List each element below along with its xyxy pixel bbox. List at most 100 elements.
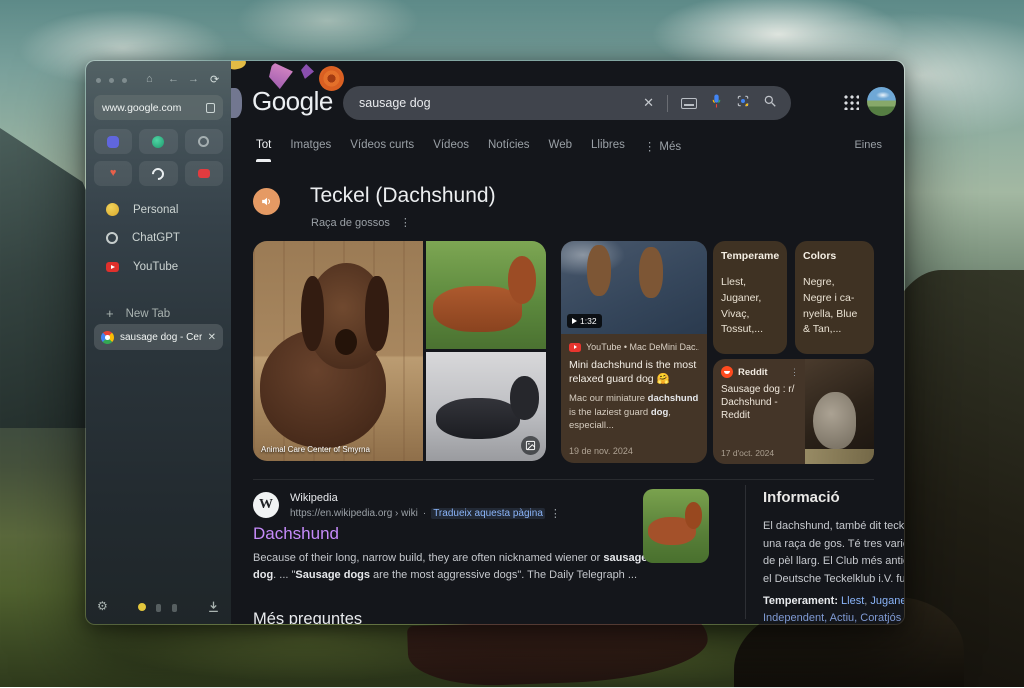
app-tile-heart[interactable]: ♥ bbox=[94, 161, 132, 186]
more-images-button[interactable] bbox=[521, 436, 540, 455]
collage-image-red-dachshund[interactable] bbox=[426, 241, 546, 349]
puppy-photo bbox=[253, 241, 423, 461]
back-arrow-icon[interactable]: ← bbox=[168, 73, 179, 85]
sidebar-item-youtube[interactable]: YouTube bbox=[106, 261, 178, 273]
pronounce-speaker-icon[interactable] bbox=[253, 188, 280, 215]
home-icon[interactable]: ⌂ bbox=[146, 73, 153, 85]
app-tile-blue[interactable] bbox=[94, 129, 132, 154]
sidebar-item-chatgpt[interactable]: ChatGPT bbox=[106, 232, 180, 244]
active-space-dot[interactable] bbox=[138, 603, 146, 611]
tab-mes[interactable]: ⋮Més bbox=[644, 139, 681, 162]
app-tile-youtube[interactable] bbox=[185, 161, 223, 186]
sidebar-bottom-bar: ⚙ bbox=[86, 599, 231, 615]
mic-icon[interactable] bbox=[710, 93, 723, 114]
sidebar-url-bar[interactable] bbox=[94, 95, 223, 120]
video-source-row: YouTube • Mac DeMini Dac... bbox=[569, 342, 699, 352]
reddit-title[interactable]: Sausage dog : r/ Dachshund - Reddit bbox=[721, 383, 799, 423]
result-thumbnail[interactable] bbox=[643, 489, 709, 563]
google-logo[interactable]: Google bbox=[252, 86, 333, 117]
space-label: Personal bbox=[133, 204, 178, 216]
youtube-tile-icon bbox=[198, 169, 210, 178]
space-indicator-icon[interactable] bbox=[172, 604, 177, 612]
plus-icon: + bbox=[106, 306, 114, 321]
kebab-menu-icon[interactable]: ⋮ bbox=[550, 507, 561, 520]
smiley-icon bbox=[106, 203, 119, 216]
active-tab[interactable]: sausage dog - Cerca ✕ bbox=[94, 324, 223, 350]
keyboard-icon[interactable] bbox=[681, 98, 697, 109]
sidebar-toolbar: ⌂ ← → ⟳ bbox=[86, 71, 231, 89]
play-icon bbox=[572, 318, 577, 324]
image-caption: Animal Care Center of Smyrna bbox=[261, 445, 370, 454]
doodle-decoration bbox=[231, 88, 242, 118]
app-tile-teal[interactable] bbox=[139, 129, 177, 154]
heart-icon: ♥ bbox=[110, 168, 117, 179]
temperament-link[interactable]: Juganer bbox=[870, 595, 904, 607]
video-thumbnail[interactable]: 1:32 bbox=[561, 241, 707, 334]
google-apps-icon[interactable] bbox=[843, 94, 859, 110]
more-questions-heading: Més preguntes bbox=[253, 610, 362, 624]
video-title[interactable]: Mini dachshund is the most relaxed guard… bbox=[569, 358, 699, 386]
tools-button[interactable]: Eines bbox=[854, 139, 882, 151]
fact-card-temperament[interactable]: Temperament Llest, Juganer, Vivaç, Tossu… bbox=[713, 241, 787, 354]
result-title-link[interactable]: Dachshund bbox=[253, 524, 339, 544]
lens-icon[interactable] bbox=[736, 94, 750, 113]
fact-title: Colors bbox=[803, 250, 866, 262]
new-tab-button[interactable]: + New Tab bbox=[106, 306, 170, 321]
info-temperament-row: Temperament: Llest, Juganer, Vi bbox=[763, 595, 904, 607]
translate-link[interactable]: Tradueix aquesta pàgina bbox=[431, 508, 545, 519]
google-favicon bbox=[101, 331, 114, 344]
tab-web[interactable]: Web bbox=[549, 139, 572, 162]
gear-icon[interactable]: ⚙ bbox=[97, 599, 108, 613]
reload-icon[interactable]: ⟳ bbox=[210, 73, 219, 86]
browser-sidebar: ⌂ ← → ⟳ ♥ Personal ChatGPT bbox=[86, 61, 231, 624]
reddit-result-card[interactable]: Reddit ⋮ Sausage dog : r/ Dachshund - Re… bbox=[713, 359, 874, 464]
collage-right-column bbox=[426, 241, 546, 461]
tab-llibres[interactable]: Llibres bbox=[591, 139, 625, 162]
avatar[interactable] bbox=[867, 87, 896, 116]
reddit-thumbnail[interactable] bbox=[805, 359, 874, 464]
window-control-dot[interactable] bbox=[122, 78, 127, 83]
space-indicator-icon[interactable] bbox=[156, 604, 161, 612]
reader-mode-icon[interactable] bbox=[206, 103, 215, 113]
result-url[interactable]: https://en.wikipedia.org › wiki bbox=[290, 508, 418, 519]
more-dots-icon: ⋮ bbox=[644, 141, 656, 153]
search-icon[interactable] bbox=[763, 94, 777, 113]
space-label: YouTube bbox=[133, 261, 178, 273]
close-tab-icon[interactable]: ✕ bbox=[208, 332, 216, 343]
collage-image-black-dachshund[interactable] bbox=[426, 352, 546, 461]
app-tile-github[interactable] bbox=[139, 161, 177, 186]
app-tile-ring[interactable] bbox=[185, 129, 223, 154]
search-input[interactable] bbox=[359, 96, 643, 110]
tab-tot[interactable]: Tot bbox=[256, 139, 271, 162]
collage-image-puppy[interactable]: Animal Care Center of Smyrna bbox=[253, 241, 423, 461]
kebab-menu-icon[interactable]: ⋮ bbox=[790, 367, 799, 378]
temperament-link[interactable]: Llest bbox=[841, 595, 864, 607]
section-divider bbox=[253, 479, 874, 480]
sidebar-item-personal[interactable]: Personal bbox=[106, 203, 178, 216]
fact-card-colors[interactable]: Colors Negre, Negre i ca-nyella, Blue & … bbox=[795, 241, 874, 354]
temperament-label: Temperament: bbox=[763, 595, 838, 607]
tab-videos[interactable]: Vídeos bbox=[433, 139, 469, 162]
download-icon[interactable] bbox=[207, 600, 220, 618]
knowledge-subtitle[interactable]: Raça de gossos bbox=[311, 217, 390, 229]
tab-videos-curts[interactable]: Vídeos curts bbox=[350, 139, 414, 162]
photo-shape bbox=[301, 276, 325, 351]
clear-icon[interactable]: ✕ bbox=[643, 95, 654, 111]
video-date: 19 de nov. 2024 bbox=[569, 446, 633, 456]
info-temperament-more[interactable]: Independent, Actiu, Coratjós bbox=[763, 612, 904, 624]
forward-arrow-icon[interactable]: → bbox=[188, 73, 199, 85]
search-bar[interactable]: ✕ bbox=[343, 86, 791, 120]
tab-imatges[interactable]: Imatges bbox=[290, 139, 331, 162]
result-site-name[interactable]: Wikipedia bbox=[290, 492, 338, 504]
kebab-menu-icon[interactable]: ⋮ bbox=[400, 216, 411, 229]
image-collage: Animal Care Center of Smyrna bbox=[253, 241, 546, 461]
search-bar-icons: ✕ bbox=[643, 93, 777, 114]
tab-noticies[interactable]: Notícies bbox=[488, 139, 530, 162]
window-control-dot[interactable] bbox=[96, 78, 101, 83]
window-control-dot[interactable] bbox=[109, 78, 114, 83]
app-blue-icon bbox=[107, 136, 119, 148]
wikipedia-favicon[interactable]: W bbox=[253, 492, 279, 518]
url-input[interactable] bbox=[102, 102, 206, 114]
video-result-card[interactable]: 1:32 YouTube • Mac DeMini Dac... Mini da… bbox=[561, 241, 707, 463]
reddit-source-row: Reddit ⋮ bbox=[721, 366, 799, 378]
